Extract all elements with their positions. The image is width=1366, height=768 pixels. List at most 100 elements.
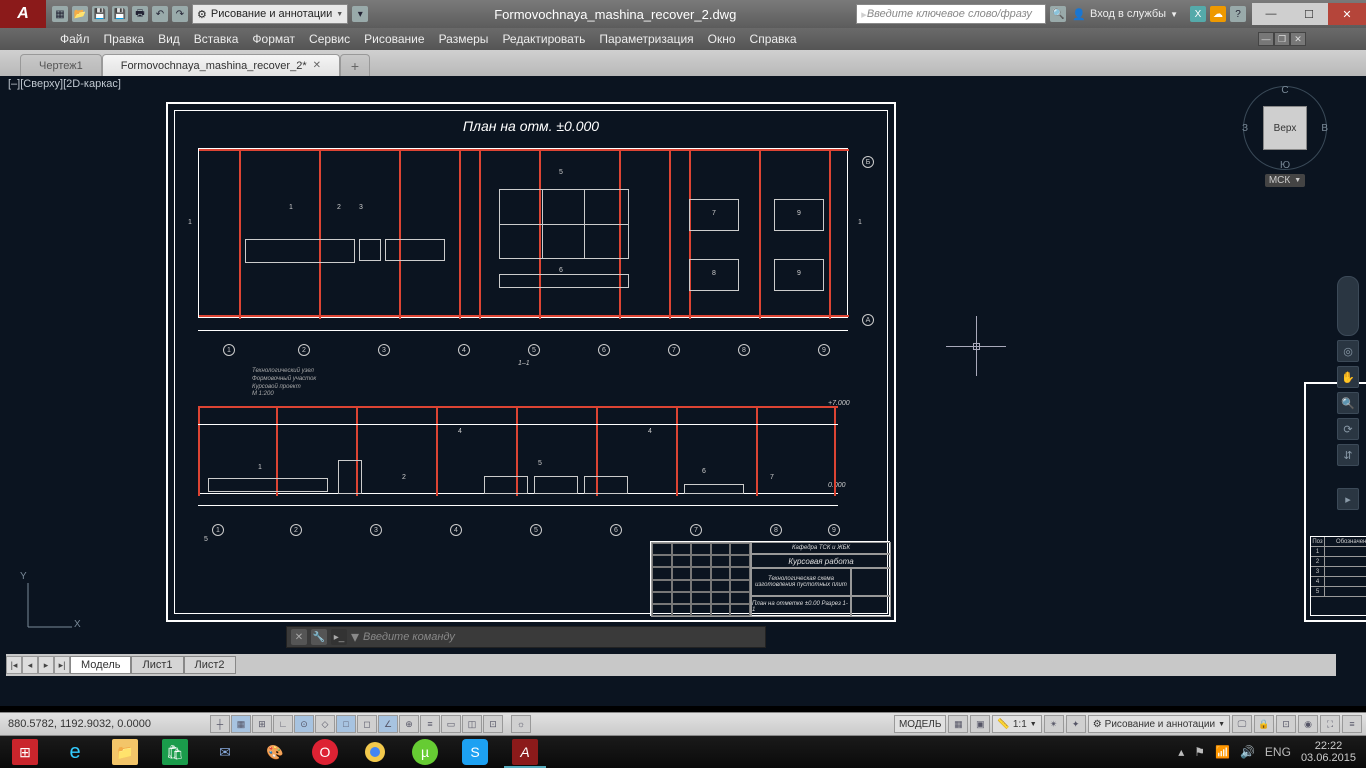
cmd-wrench-icon[interactable]: 🔧 [311, 629, 327, 645]
menu-parametric[interactable]: Параметризация [599, 32, 693, 46]
sb-lock-icon[interactable]: 🔒 [1254, 715, 1274, 733]
layout-last-button[interactable]: ▸| [54, 656, 70, 674]
sb-isolate-icon[interactable]: ◉ [1298, 715, 1318, 733]
signin-button[interactable]: 👤 Вход в службы ▼ [1066, 8, 1184, 21]
menu-window[interactable]: Окно [708, 32, 736, 46]
qat-redo-icon[interactable]: ↷ [172, 6, 188, 22]
model-canvas[interactable]: План на отм. ±0.000 [6, 96, 1336, 678]
sb-polar-icon[interactable]: ⊙ [294, 715, 314, 733]
sb-workspace-dropdown[interactable]: ⚙Рисование и аннотации▼ [1088, 715, 1230, 733]
search-button[interactable]: 🔍 [1050, 6, 1066, 22]
exchange-icon[interactable]: X [1190, 6, 1206, 22]
sb-grid-icon[interactable]: ▦ [231, 715, 251, 733]
tray-volume-icon[interactable]: 🔊 [1240, 745, 1255, 759]
sb-3dosnap-icon[interactable]: ◻ [357, 715, 377, 733]
nav-expand-icon[interactable]: ▸ [1337, 488, 1359, 510]
sb-sc-icon[interactable]: ⊡ [483, 715, 503, 733]
nav-orbit-icon[interactable]: ⟳ [1337, 418, 1359, 440]
sb-monitor-icon[interactable]: 🖵 [1232, 715, 1252, 733]
app-logo[interactable]: A [0, 0, 46, 28]
nav-showhide-icon[interactable]: ⇵ [1337, 444, 1359, 466]
minimize-button[interactable]: — [1252, 3, 1290, 25]
sb-model-button[interactable]: МОДЕЛЬ [894, 715, 946, 733]
sb-custom-icon[interactable]: ≡ [1342, 715, 1362, 733]
search-input[interactable]: ▸ Введите ключевое слово/фразу [856, 4, 1046, 24]
sb-dyn-icon[interactable]: ⊕ [399, 715, 419, 733]
menu-tools[interactable]: Сервис [309, 32, 350, 46]
tray-network-icon[interactable]: 📶 [1215, 745, 1230, 759]
cmd-close-icon[interactable]: ✕ [291, 629, 307, 645]
nav-zoom-icon[interactable]: 🔍 [1337, 392, 1359, 414]
qat-new-icon[interactable]: ▦ [52, 6, 68, 22]
taskbar-ie[interactable]: e [50, 736, 100, 768]
tray-flag-icon[interactable]: ⚑ [1194, 745, 1205, 759]
tray-clock[interactable]: 22:22 03.06.2015 [1301, 740, 1356, 764]
nav-wheel-icon[interactable] [1337, 276, 1359, 336]
menu-insert[interactable]: Вставка [194, 32, 239, 46]
wcs-dropdown[interactable]: МСК▼ [1265, 174, 1305, 187]
qat-dropdown-icon[interactable]: ▾ [352, 6, 368, 22]
sb-lwt-icon[interactable]: ≡ [420, 715, 440, 733]
qat-plot-icon[interactable]: 🖶 [132, 6, 148, 22]
menu-file[interactable]: Файл [60, 32, 90, 46]
file-tab-2[interactable]: Formovochnaya_mashina_recover_2*✕ [102, 54, 340, 76]
file-tab-new[interactable]: + [340, 54, 370, 76]
taskbar-mail[interactable]: ✉ [200, 736, 250, 768]
taskbar-utorrent[interactable]: µ [400, 736, 450, 768]
menu-view[interactable]: Вид [158, 32, 180, 46]
sb-maxvp-icon[interactable]: ▣ [970, 715, 990, 733]
workspace-dropdown[interactable]: ⚙ Рисование и аннотации ▼ [192, 4, 348, 24]
tray-lang[interactable]: ENG [1265, 745, 1291, 759]
layout-prev-button[interactable]: ◂ [22, 656, 38, 674]
sb-scale-dropdown[interactable]: 📏1:1▼ [992, 715, 1041, 733]
sb-osnap-icon[interactable]: □ [336, 715, 356, 733]
sb-qs2-icon[interactable]: ☼ [511, 715, 531, 733]
sb-iso-icon[interactable]: ◇ [315, 715, 335, 733]
layout-tab-model[interactable]: Модель [70, 656, 131, 674]
start-button[interactable]: ⊞ [0, 736, 50, 768]
menu-help[interactable]: Справка [750, 32, 797, 46]
a360-icon[interactable]: ☁ [1210, 6, 1226, 22]
view-cube[interactable]: С Ю В З Верх МСК▼ [1240, 86, 1330, 216]
compass[interactable]: С Ю В З Верх [1243, 86, 1327, 170]
close-icon[interactable]: ✕ [313, 60, 321, 71]
sb-clean-icon[interactable]: ⛶ [1320, 715, 1340, 733]
qat-saveas-icon[interactable]: 💾 [112, 6, 128, 22]
sb-qs-icon[interactable]: ◫ [462, 715, 482, 733]
viewport-label[interactable]: [–][Сверху][2D-каркас] [8, 78, 121, 90]
sb-grid2-icon[interactable]: ▦ [948, 715, 968, 733]
sb-ortho-icon[interactable]: ∟ [273, 715, 293, 733]
mdi-close-button[interactable]: ✕ [1290, 32, 1306, 46]
menu-format[interactable]: Формат [252, 32, 295, 46]
menu-edit[interactable]: Правка [104, 32, 145, 46]
taskbar-skype[interactable]: S [450, 736, 500, 768]
command-line[interactable]: ✕ 🔧 ▸_ ▾ Введите команду [286, 626, 766, 648]
sb-annovis-icon[interactable]: ✦ [1066, 715, 1086, 733]
qat-save-icon[interactable]: 💾 [92, 6, 108, 22]
mdi-restore-button[interactable]: ❐ [1274, 32, 1290, 46]
taskbar-explorer[interactable]: 📁 [100, 736, 150, 768]
help-icon[interactable]: ? [1230, 6, 1246, 22]
layout-next-button[interactable]: ▸ [38, 656, 54, 674]
view-cube-face[interactable]: Верх [1263, 106, 1307, 150]
layout-first-button[interactable]: |◂ [6, 656, 22, 674]
ucs-icon[interactable]: Y X [20, 575, 80, 638]
sb-annoscale-icon[interactable]: ✴ [1044, 715, 1064, 733]
layout-tab-sheet2[interactable]: Лист2 [184, 656, 236, 674]
menu-dimension[interactable]: Размеры [439, 32, 489, 46]
sb-infer-icon[interactable]: ┼ [210, 715, 230, 733]
tray-up-icon[interactable]: ▴ [1178, 745, 1184, 759]
maximize-button[interactable]: ☐ [1290, 3, 1328, 25]
coordinates-readout[interactable]: 880.5782, 1192.9032, 0.0000 [0, 718, 210, 730]
layout-tab-sheet1[interactable]: Лист1 [131, 656, 183, 674]
taskbar-paint[interactable]: 🎨 [250, 736, 300, 768]
sb-hw-icon[interactable]: ⊡ [1276, 715, 1296, 733]
menu-draw[interactable]: Рисование [364, 32, 424, 46]
menu-modify[interactable]: Редактировать [502, 32, 585, 46]
drawing-area[interactable]: [–][Сверху][2D-каркас] План на отм. ±0.0… [0, 76, 1366, 706]
taskbar-opera[interactable]: O [300, 736, 350, 768]
file-tab-1[interactable]: Чертеж1 [20, 54, 102, 76]
qat-open-icon[interactable]: 📂 [72, 6, 88, 22]
sb-snap-icon[interactable]: ⊞ [252, 715, 272, 733]
taskbar-chrome[interactable] [350, 736, 400, 768]
